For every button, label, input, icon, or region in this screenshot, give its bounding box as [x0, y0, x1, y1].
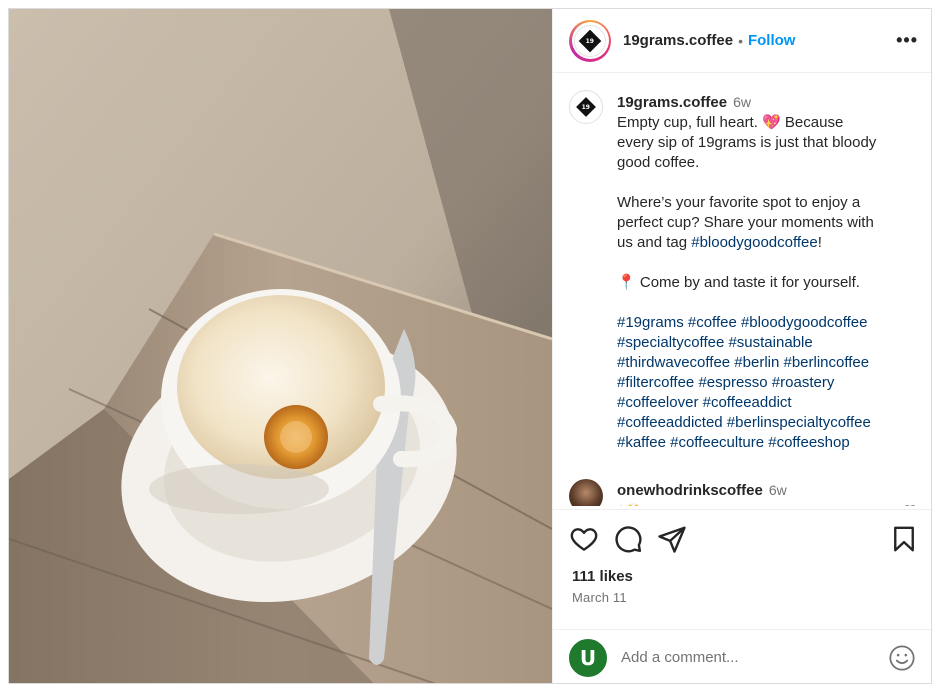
caption-line: perfect cup? Share your moments with [617, 214, 874, 231]
separator-dot: • [738, 32, 743, 49]
comment-input[interactable] [621, 649, 861, 666]
comment-time[interactable]: 6w [769, 482, 787, 498]
caption-username[interactable]: 19grams.coffee [617, 94, 727, 111]
caption-line: Where’s your favorite spot to enjoy a [617, 194, 861, 211]
caption-line: every sip of 19grams is just that bloody [617, 134, 877, 151]
comment-icon[interactable] [613, 524, 643, 554]
paper-plane-icon[interactable] [657, 524, 687, 554]
brand-logo-icon: 19 [578, 29, 602, 52]
hashtag-line[interactable]: #coffeelover #coffeeaddict [617, 393, 917, 413]
follow-button[interactable]: Follow [748, 32, 796, 49]
heart-icon[interactable] [569, 524, 599, 554]
post-sidebar: 19 19grams.coffee • Follow ••• 19 19gram… [552, 9, 931, 683]
comment-text: ☕🙌 [617, 502, 641, 506]
caption-line: good coffee. [617, 154, 700, 171]
coffee-cup-image [9, 9, 552, 683]
post-header: 19 19grams.coffee • Follow ••• [553, 9, 931, 73]
add-comment-bar: U [553, 629, 931, 683]
emoji-icon[interactable] [888, 644, 916, 672]
caption-punctuation: ! [817, 234, 822, 251]
post-modal: 19 19grams.coffee • Follow ••• 19 19gram… [8, 8, 932, 684]
comments-section[interactable]: 19 19grams.coffee 6w Empty cup, full hear… [553, 74, 931, 506]
hashtag-line[interactable]: #specialtycoffee #sustainable [617, 333, 917, 353]
account-avatar[interactable]: 19 [569, 19, 611, 62]
like-count[interactable]: 111 likes [572, 568, 633, 585]
commenter-avatar[interactable] [569, 479, 603, 506]
hashtag-link[interactable]: #bloodygoodcoffee [691, 234, 818, 251]
caption-line: us and tag [617, 234, 692, 251]
bookmark-icon[interactable] [889, 524, 919, 554]
hashtag-line[interactable]: #coffeeaddicted #berlinspecialtycoffee [617, 413, 917, 433]
hashtag-line[interactable]: #kaffee #coffeeculture #coffeeshop [617, 433, 917, 453]
action-bar: 111 likes March 11 [553, 509, 931, 629]
caption-line: Empty cup, full heart. 💖 Because [617, 114, 844, 131]
caption-time[interactable]: 6w [733, 94, 751, 110]
post-date[interactable]: March 11 [572, 590, 627, 605]
more-options-icon[interactable]: ••• [896, 31, 918, 49]
comment-item: onewhodrinkscoffee 6w ☕🙌 [569, 479, 919, 506]
caption-text: 19grams.coffee 6w Empty cup, full heart. … [617, 92, 917, 453]
account-username[interactable]: 19grams.coffee [623, 32, 733, 49]
hashtag-line[interactable]: #filtercoffee #espresso #roastery [617, 373, 917, 393]
pin-icon: 📍 [617, 274, 636, 291]
caption-avatar[interactable]: 19 [569, 90, 603, 124]
brand-logo-icon: 19 [576, 97, 596, 117]
caption-line: Come by and taste it for yourself. [635, 274, 860, 291]
hashtag-line[interactable]: #thirdwavecoffee #berlin #berlincoffee [617, 353, 917, 373]
comment-like-icon[interactable] [903, 503, 917, 506]
commenter-username[interactable]: onewhodrinkscoffee [617, 482, 763, 499]
hashtag-line[interactable]: #19grams #coffee #bloodygoodcoffee [617, 313, 917, 333]
current-user-avatar[interactable]: U [569, 638, 607, 677]
post-photo[interactable] [9, 9, 552, 683]
